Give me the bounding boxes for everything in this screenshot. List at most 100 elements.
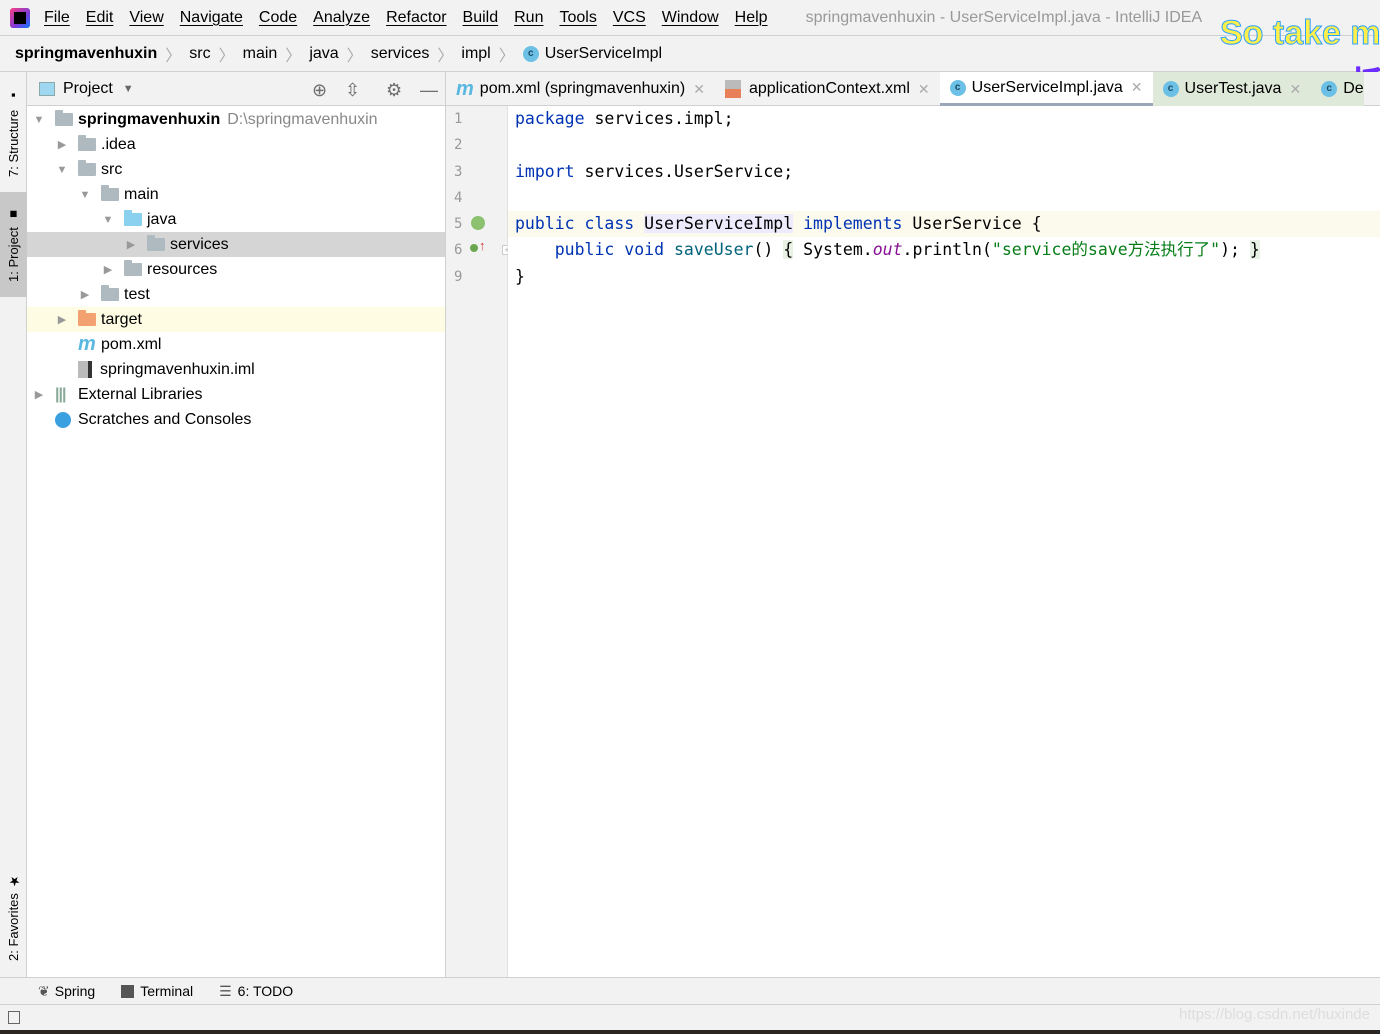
folder-icon: ■	[6, 206, 21, 222]
test-class-icon: c	[1321, 81, 1338, 97]
breadcrumb-item[interactable]: springmavenhuxin	[15, 45, 157, 63]
tree-item-label: src	[101, 160, 123, 178]
implements-arrow-icon[interactable]: ↑	[479, 238, 486, 253]
breadcrumb-item[interactable]: services	[371, 45, 430, 63]
todo-tool-button[interactable]: ☰ 6: TODO	[219, 983, 293, 1000]
gear-icon[interactable]: ⚙	[386, 80, 402, 101]
resources-folder-icon	[124, 260, 142, 276]
terminal-tool-button[interactable]: Terminal	[121, 983, 193, 999]
project-tool-button[interactable]: 1: Project ■	[0, 192, 27, 297]
tab-user-service-impl[interactable]: c UserServiceImpl.java ✕	[939, 72, 1153, 106]
menu-help[interactable]: Help	[735, 9, 768, 27]
tree-item-label: springmavenhuxin	[78, 110, 221, 128]
tree-item-label: pom.xml	[101, 335, 162, 353]
close-icon[interactable]: ✕	[1289, 81, 1301, 98]
chevron-down-icon[interactable]: ▼	[33, 114, 45, 126]
menu-edit[interactable]: Edit	[86, 9, 114, 27]
line-number: 6	[454, 242, 463, 258]
test-class-icon: c	[1162, 81, 1179, 97]
chevron-right-icon[interactable]: ▶	[33, 388, 45, 401]
tree-item[interactable]: ▶ target	[27, 307, 445, 332]
collapse-all-icon[interactable]: ⇳	[345, 80, 360, 101]
list-icon: ☰	[219, 982, 232, 999]
tree-item[interactable]: ▶ services	[27, 232, 445, 257]
chevron-right-icon[interactable]: ▶	[56, 313, 68, 326]
chevron-down-icon[interactable]: ▼	[56, 164, 68, 176]
menu-view[interactable]: View	[129, 9, 163, 27]
breadcrumb-item[interactable]: src	[189, 45, 210, 63]
favorites-label: 2: Favorites	[6, 893, 21, 962]
tree-item[interactable]: ▶ resources	[27, 257, 445, 282]
menu-window[interactable]: Window	[662, 9, 719, 27]
code-line: }	[515, 267, 525, 286]
tree-item[interactable]: ▼ main	[27, 182, 445, 207]
folder-icon	[78, 135, 96, 151]
close-icon[interactable]: ✕	[918, 81, 930, 98]
breadcrumb-item[interactable]: java	[309, 45, 338, 63]
project-tree: ▼ springmavenhuxin D:\springmavenhuxin ▶ .id…	[27, 106, 445, 432]
project-label: 1: Project	[6, 227, 21, 283]
code-line: import services.UserService;	[515, 162, 794, 181]
breadcrumb-item[interactable]: impl	[461, 45, 490, 63]
tab-overflow[interactable]: c De	[1311, 72, 1364, 106]
watermark: https://blog.csdn.net/huxinde	[1179, 1006, 1370, 1023]
breadcrumb-item[interactable]: main	[243, 45, 278, 63]
menu-file[interactable]: File	[44, 9, 70, 27]
tree-item-label: External Libraries	[78, 385, 203, 403]
structure-icon: ▪	[6, 88, 21, 104]
tab-pom-xml[interactable]: m pom.xml (springmavenhuxin) ✕	[446, 72, 715, 106]
menu-navigate[interactable]: Navigate	[180, 9, 243, 27]
tab-label: UserServiceImpl.java	[971, 78, 1123, 96]
tree-item[interactable]: ▶ ||| External Libraries	[27, 382, 445, 407]
status-bar	[0, 1004, 1380, 1030]
source-folder-icon	[124, 210, 142, 226]
favorites-tool-button[interactable]: 2: Favorites ★	[0, 867, 27, 967]
tab-label: pom.xml (springmavenhuxin)	[479, 80, 686, 97]
project-view-selector[interactable]: Project	[63, 80, 113, 98]
chevron-down-icon[interactable]: ▼	[102, 214, 114, 226]
bean-marker-icon[interactable]	[470, 244, 478, 252]
line-number: 1	[454, 111, 463, 127]
menu-tools[interactable]: Tools	[559, 9, 596, 27]
toggle-tool-windows-icon[interactable]	[8, 1011, 20, 1024]
tree-item[interactable]: ▼ springmavenhuxin D:\springmavenhuxin	[27, 107, 445, 132]
chevron-right-icon[interactable]: ▶	[56, 138, 68, 151]
tree-item-label: test	[124, 285, 150, 303]
spring-bean-icon[interactable]	[471, 216, 485, 230]
menu-vcs[interactable]: VCS	[613, 9, 646, 27]
left-tool-stripe: 7: Structure ▪ 1: Project ■ 2: Favorites…	[0, 72, 27, 977]
chevron-right-icon[interactable]: ▶	[102, 263, 114, 276]
menu-run[interactable]: Run	[514, 9, 543, 27]
tree-item[interactable]: ▼ java	[27, 207, 445, 232]
tree-item[interactable]: m pom.xml	[27, 332, 445, 357]
terminal-icon	[121, 984, 135, 998]
tree-item-label: resources	[147, 260, 218, 278]
tree-item[interactable]: Scratches and Consoles	[27, 407, 445, 432]
spring-tool-button[interactable]: ❦ Spring	[38, 983, 95, 1000]
tab-application-context[interactable]: applicationContext.xml ✕	[715, 72, 940, 106]
close-icon[interactable]: ✕	[1131, 79, 1143, 96]
menu-refactor[interactable]: Refactor	[386, 9, 446, 27]
chevron-down-icon[interactable]: ▼	[79, 189, 91, 201]
tab-user-test[interactable]: c UserTest.java ✕	[1152, 72, 1312, 106]
breadcrumb-item[interactable]: UserServiceImpl	[545, 45, 662, 63]
chevron-right-icon[interactable]: ▶	[79, 288, 91, 301]
tree-item[interactable]: springmavenhuxin.iml	[27, 357, 445, 382]
menu-build[interactable]: Build	[463, 9, 499, 27]
line-number: 5	[454, 216, 463, 232]
chevron-right-icon[interactable]: ▶	[125, 238, 137, 251]
menu-analyze[interactable]: Analyze	[313, 9, 370, 27]
project-panel: Project ▼ ⊕ ⇳ ⚙ — ▼ springmavenhuxin D:\sp…	[27, 72, 446, 977]
tree-item[interactable]: ▼ src	[27, 157, 445, 182]
menu-code[interactable]: Code	[259, 9, 297, 27]
code-line: package services.impl;	[515, 109, 734, 128]
locate-icon[interactable]: ⊕	[312, 80, 327, 101]
structure-tool-button[interactable]: 7: Structure ▪	[0, 80, 27, 185]
code-editor[interactable]: package services.impl; import services.U…	[508, 106, 1380, 977]
line-number: 4	[454, 190, 463, 206]
minimize-icon[interactable]: —	[420, 80, 438, 101]
tree-item[interactable]: ▶ test	[27, 282, 445, 307]
chevron-down-icon[interactable]: ▼	[123, 83, 134, 95]
tree-item[interactable]: ▶ .idea	[27, 132, 445, 157]
close-icon[interactable]: ✕	[693, 81, 705, 98]
